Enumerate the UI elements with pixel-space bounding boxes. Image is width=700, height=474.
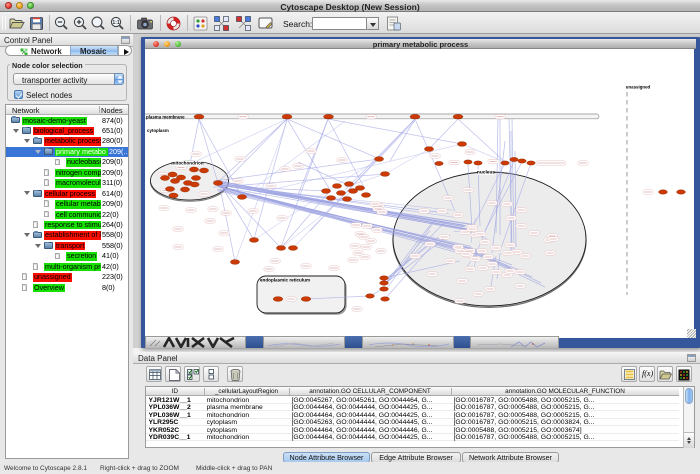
svg-text:cytoplasm: cytoplasm [147, 128, 169, 133]
svg-text:endoplasmic reticulum: endoplasmic reticulum [260, 278, 310, 283]
svg-text:1:1: 1:1 [112, 20, 119, 26]
svg-text:mitochondrion: mitochondrion [171, 161, 203, 166]
svg-text:unassigned: unassigned [626, 85, 651, 90]
svg-text:nucleus: nucleus [477, 170, 495, 176]
svg-text:plasma membrane: plasma membrane [146, 114, 185, 119]
